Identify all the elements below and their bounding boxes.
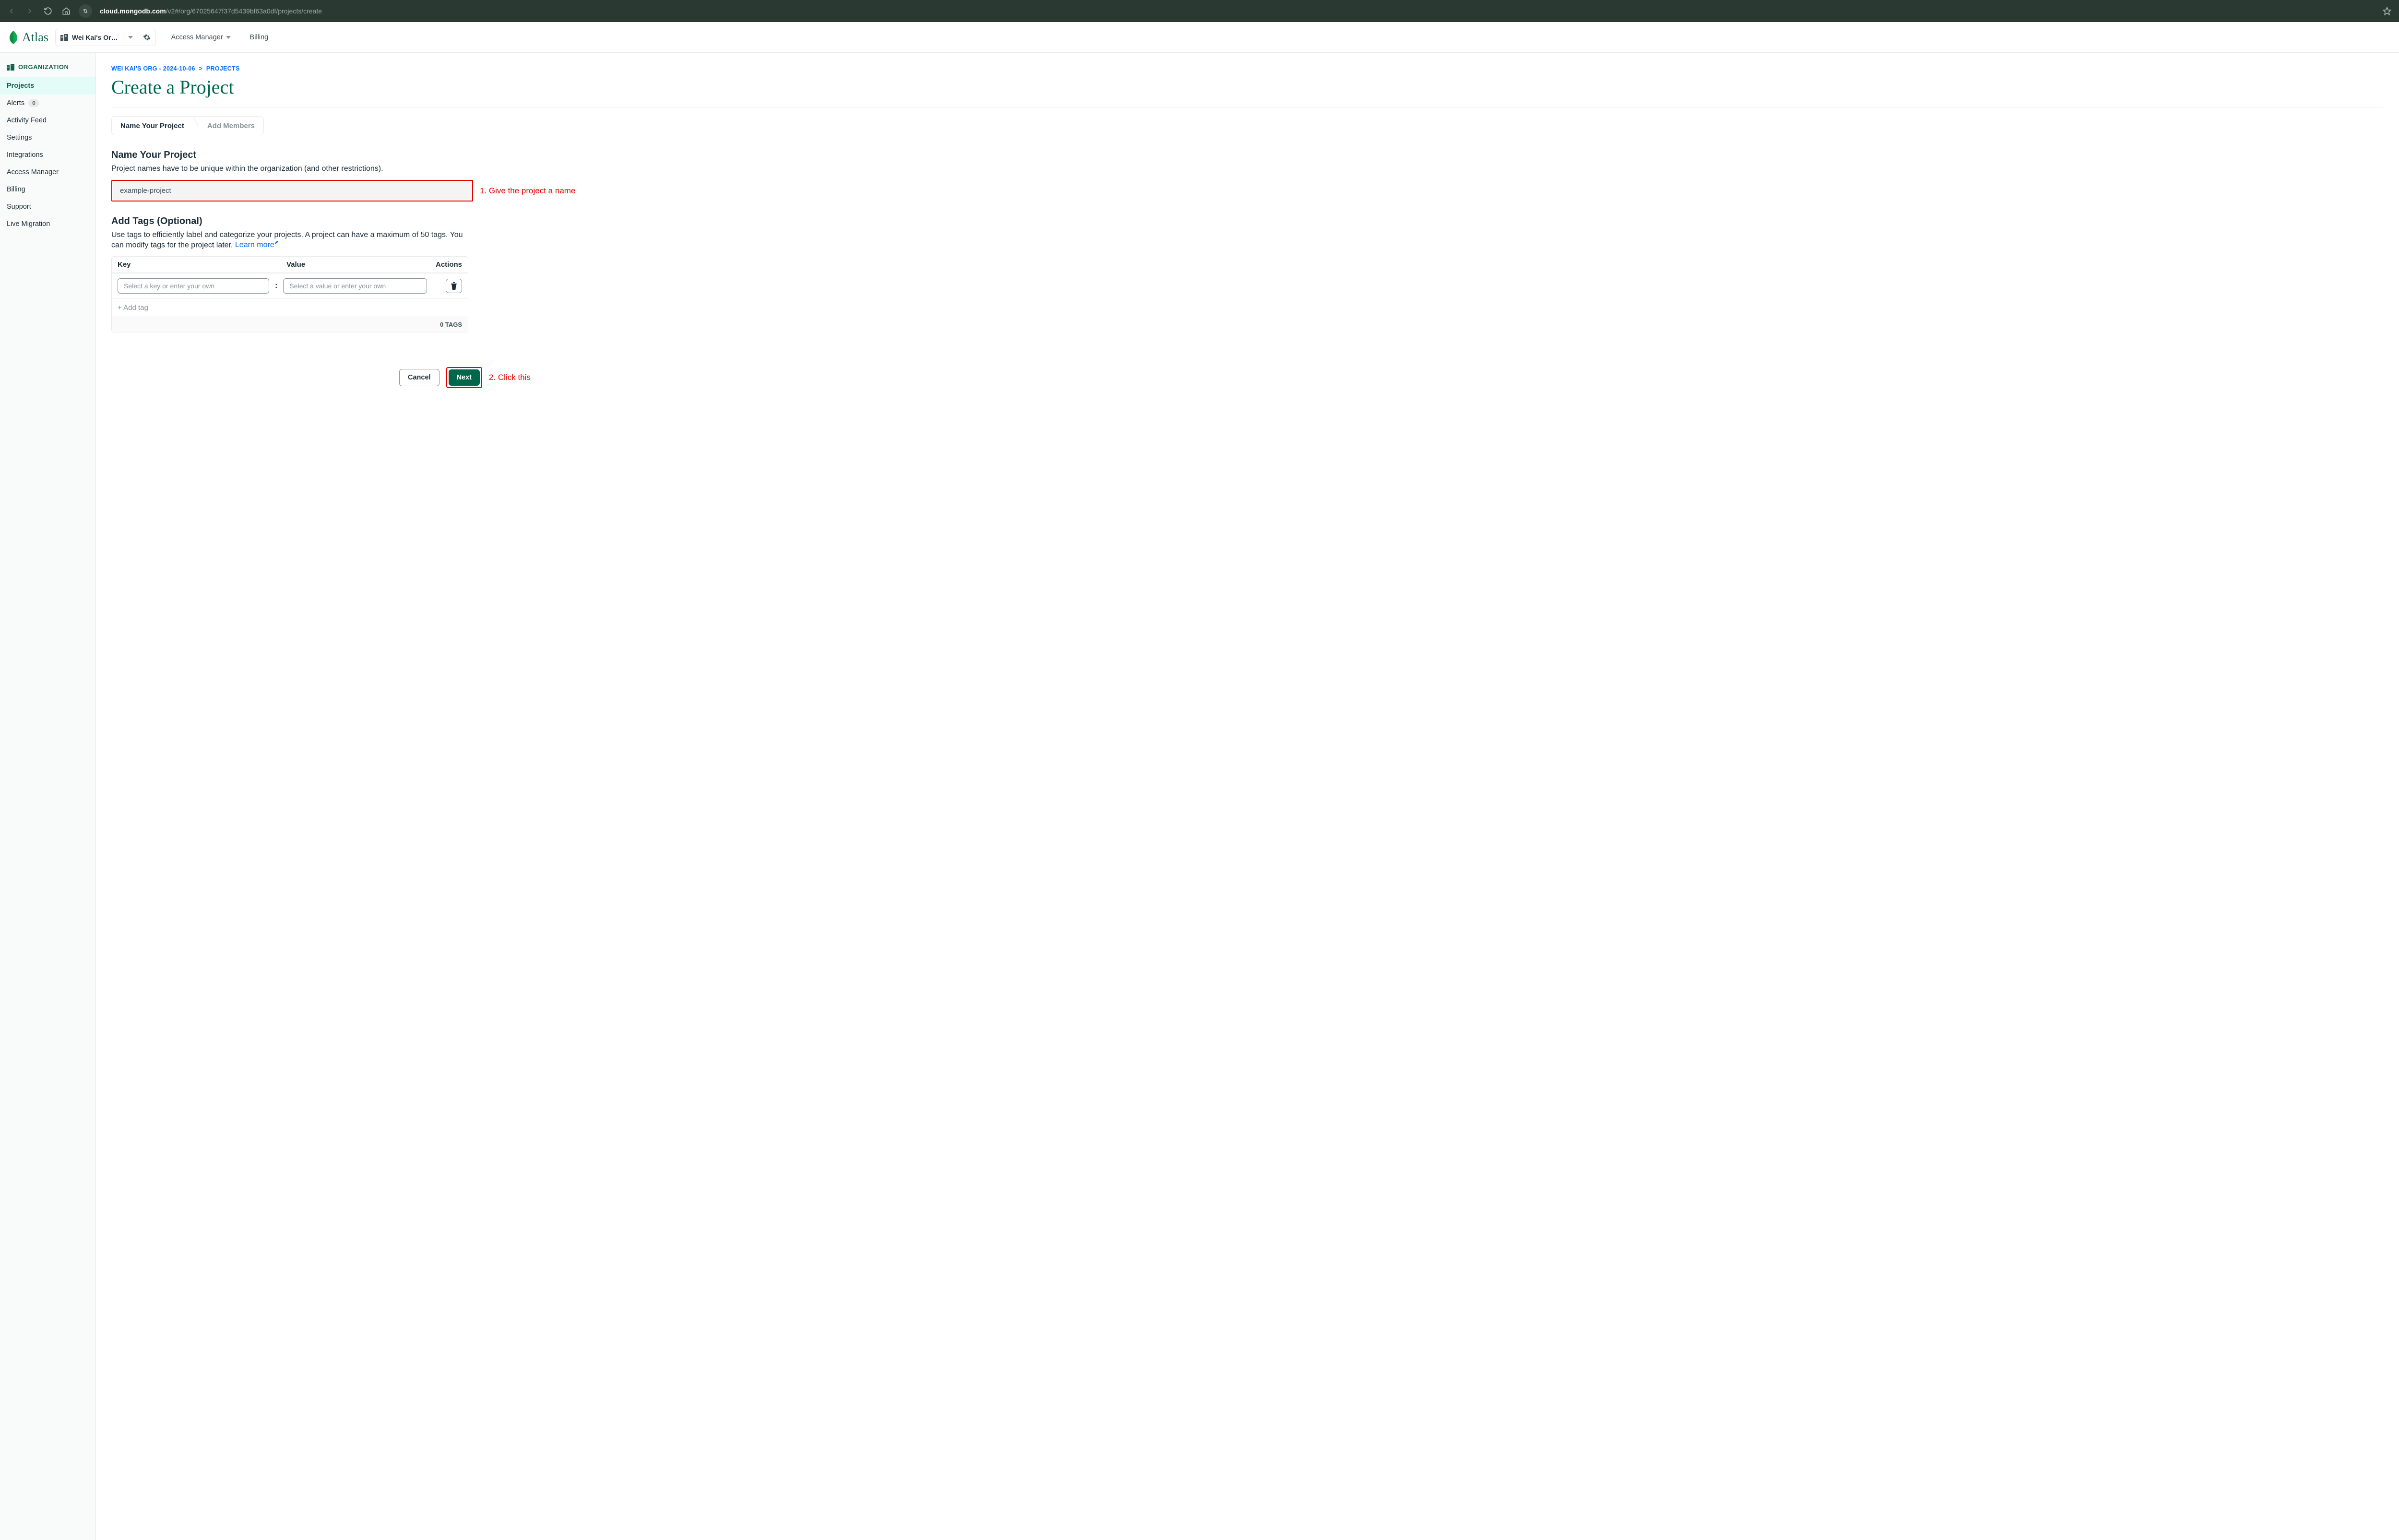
- step-name-project[interactable]: Name Your Project: [112, 117, 193, 135]
- sidebar-item-label: Billing: [7, 186, 25, 193]
- sidebar-item-integrations[interactable]: Integrations: [0, 146, 95, 164]
- tag-row: :: [112, 273, 468, 298]
- sidebar-item-settings[interactable]: Settings: [0, 129, 95, 146]
- next-button[interactable]: Next: [449, 369, 480, 386]
- tags-header-row: Key Value Actions: [112, 257, 468, 273]
- tag-key-input[interactable]: [118, 278, 269, 294]
- nav-access-manager-label: Access Manager: [171, 34, 223, 41]
- sidebar-item-label: Live Migration: [7, 220, 50, 228]
- name-section-heading: Name Your Project: [111, 150, 2384, 161]
- chevron-down-icon: [226, 36, 231, 39]
- nav-access-manager[interactable]: Access Manager: [167, 34, 235, 41]
- site-info-icon[interactable]: [79, 4, 92, 18]
- th-value: Value: [286, 261, 428, 269]
- add-tag-label: + Add tag: [118, 304, 148, 312]
- org-picker: Wei Kai's Or…: [55, 29, 156, 46]
- sidebar-item-live-migration[interactable]: Live Migration: [0, 215, 95, 233]
- annotation-2: 2. Click this: [489, 373, 531, 382]
- top-nav: Atlas Wei Kai's Or… Access Manager Billi…: [0, 22, 2399, 53]
- trash-icon: [451, 282, 457, 290]
- bookmark-star-icon[interactable]: [2379, 7, 2395, 15]
- sidebar-header: ORGANIZATION: [0, 63, 95, 77]
- home-button[interactable]: [59, 3, 74, 19]
- sidebar-item-label: Alerts: [7, 99, 24, 107]
- leaf-icon: [9, 31, 18, 44]
- breadcrumb: WEI KAI'S ORG - 2024-10-06 > PROJECTS: [111, 65, 2384, 72]
- annotation-1: 1. Give the project a name: [480, 186, 575, 196]
- sidebar-item-label: Settings: [7, 134, 32, 142]
- add-tag-button[interactable]: + Add tag: [112, 298, 468, 317]
- org-picker-caret[interactable]: [123, 29, 138, 46]
- url-host: cloud.mongodb.com: [100, 7, 166, 15]
- step-label: Add Members: [207, 122, 255, 130]
- sidebar-item-projects[interactable]: Projects: [0, 77, 95, 95]
- org-icon: [7, 64, 14, 71]
- org-icon: [60, 34, 68, 41]
- tag-value-input[interactable]: [283, 278, 427, 294]
- atlas-logo[interactable]: Atlas: [9, 30, 48, 45]
- name-section-desc: Project names have to be unique within t…: [111, 165, 2384, 173]
- delete-tag-button[interactable]: [446, 279, 462, 293]
- learn-more-label: Learn more: [235, 241, 274, 249]
- sidebar-header-label: ORGANIZATION: [18, 63, 69, 71]
- cancel-button[interactable]: Cancel: [399, 369, 439, 386]
- sidebar-item-alerts[interactable]: Alerts 0: [0, 95, 95, 112]
- tags-section-desc: Use tags to efficiently label and catego…: [111, 231, 476, 249]
- sidebar-item-label: Activity Feed: [7, 117, 47, 124]
- cancel-label: Cancel: [408, 374, 431, 381]
- url-bar[interactable]: cloud.mongodb.com/v2#/org/67025647f37d54…: [95, 3, 2376, 19]
- page-title: Create a Project: [111, 76, 2384, 98]
- tags-desc-text: Use tags to efficiently label and catego…: [111, 231, 463, 249]
- tags-section-heading: Add Tags (Optional): [111, 216, 2384, 227]
- nav-billing[interactable]: Billing: [246, 34, 273, 41]
- next-button-highlight: Next: [446, 367, 482, 388]
- sidebar-item-billing[interactable]: Billing: [0, 181, 95, 198]
- org-picker-label: Wei Kai's Or…: [72, 34, 118, 41]
- tags-table: Key Value Actions : + Add tag 0 TAGS: [111, 256, 468, 332]
- browser-chrome: cloud.mongodb.com/v2#/org/67025647f37d54…: [0, 0, 2399, 22]
- sidebar: ORGANIZATION Projects Alerts 0 Activity …: [0, 53, 96, 1540]
- sidebar-item-support[interactable]: Support: [0, 198, 95, 215]
- sidebar-item-label: Integrations: [7, 151, 43, 159]
- org-picker-button[interactable]: Wei Kai's Or…: [56, 29, 123, 46]
- breadcrumb-projects[interactable]: PROJECTS: [206, 65, 240, 72]
- alerts-badge: 0: [28, 99, 39, 107]
- org-settings-gear[interactable]: [138, 29, 155, 46]
- breadcrumb-org[interactable]: WEI KAI'S ORG - 2024-10-06: [111, 65, 195, 72]
- external-link-icon: ⬈: [274, 240, 279, 246]
- step-add-members[interactable]: Add Members: [199, 117, 263, 135]
- forward-button[interactable]: [22, 3, 37, 19]
- main-content: WEI KAI'S ORG - 2024-10-06 > PROJECTS Cr…: [96, 53, 2399, 1540]
- next-label: Next: [457, 374, 472, 381]
- th-key: Key: [118, 261, 286, 269]
- th-actions: Actions: [428, 261, 462, 269]
- back-button[interactable]: [4, 3, 19, 19]
- sidebar-item-access-manager[interactable]: Access Manager: [0, 164, 95, 181]
- url-path: /v2#/org/67025647f37d5439bf63a0df/projec…: [166, 7, 322, 15]
- tags-footer: 0 TAGS: [112, 317, 468, 332]
- step-label: Name Your Project: [120, 122, 184, 130]
- sidebar-item-activity-feed[interactable]: Activity Feed: [0, 112, 95, 129]
- sidebar-item-label: Projects: [7, 82, 34, 90]
- product-name: Atlas: [22, 30, 48, 45]
- sidebar-item-label: Support: [7, 203, 31, 211]
- nav-billing-label: Billing: [250, 34, 269, 41]
- stepper: Name Your Project Add Members: [111, 116, 264, 135]
- breadcrumb-sep: >: [197, 65, 205, 72]
- tag-colon: :: [273, 282, 279, 290]
- footer-actions: Cancel Next 2. Click this: [399, 367, 2384, 388]
- project-name-highlight: [111, 180, 473, 201]
- learn-more-link[interactable]: Learn more⬈: [235, 241, 279, 249]
- project-name-input[interactable]: [113, 182, 471, 200]
- sidebar-item-label: Access Manager: [7, 168, 59, 176]
- reload-button[interactable]: [40, 3, 56, 19]
